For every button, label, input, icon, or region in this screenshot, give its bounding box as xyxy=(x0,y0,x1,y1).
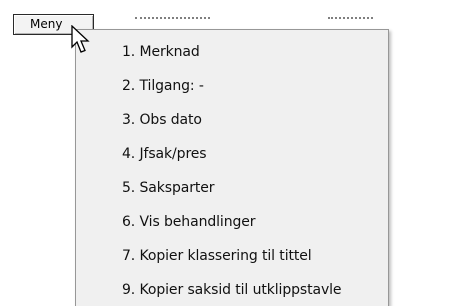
menu-item-label: 2. Tilgang: - xyxy=(122,78,204,94)
menu-item-tilgang[interactable]: 2. Tilgang: - xyxy=(76,69,388,103)
menu-button-label: Meny xyxy=(30,17,63,31)
menu-item-label: 5. Saksparter xyxy=(122,180,215,196)
menu-item-vis-behandlinger[interactable]: 6. Vis behandlinger xyxy=(76,205,388,239)
toolbar-field-fragment xyxy=(328,17,373,21)
toolbar-field-fragment xyxy=(135,17,210,21)
menu-item-kopier-saksid[interactable]: 9. Kopier saksid til utklippstavle xyxy=(76,273,388,306)
menu-item-label: 7. Kopier klassering til tittel xyxy=(122,248,312,264)
arrow-pointer-icon xyxy=(71,25,90,53)
context-menu: 1. Merknad 2. Tilgang: - 3. Obs dato 4. … xyxy=(75,29,389,306)
menu-item-saksparter[interactable]: 5. Saksparter xyxy=(76,171,388,205)
menu-item-jfsak-pres[interactable]: 4. Jfsak/pres xyxy=(76,137,388,171)
menu-item-merknad[interactable]: 1. Merknad xyxy=(76,35,388,69)
screen: Meny 1. Merknad 2. Tilgang: - 3. Obs dat… xyxy=(0,0,469,306)
menu-item-obs-dato[interactable]: 3. Obs dato xyxy=(76,103,388,137)
menu-item-kopier-klassering[interactable]: 7. Kopier klassering til tittel xyxy=(76,239,388,273)
menu-item-label: 1. Merknad xyxy=(122,44,200,60)
menu-item-label: 4. Jfsak/pres xyxy=(122,146,207,162)
context-menu-list: 1. Merknad 2. Tilgang: - 3. Obs dato 4. … xyxy=(76,35,388,306)
menu-item-label: 3. Obs dato xyxy=(122,112,202,128)
menu-item-label: 9. Kopier saksid til utklippstavle xyxy=(122,282,342,298)
menu-item-label: 6. Vis behandlinger xyxy=(122,214,256,230)
